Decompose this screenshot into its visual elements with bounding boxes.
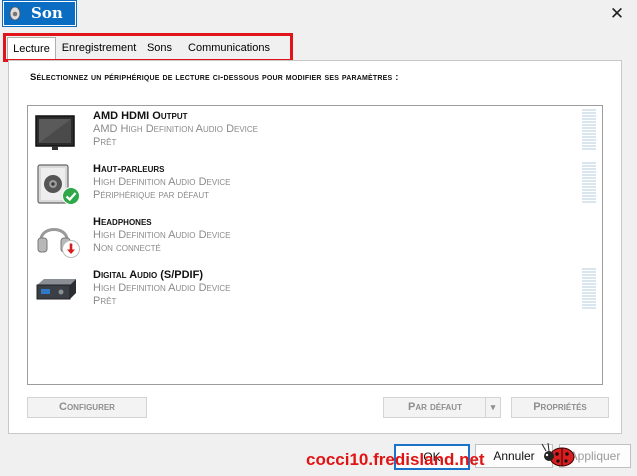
- set-default-button[interactable]: Par défaut ▾: [383, 397, 501, 418]
- tab-highlight-annotation: [3, 33, 293, 62]
- volume-meter: [582, 268, 596, 310]
- device-status: Prêt: [93, 295, 117, 307]
- device-item-headphones[interactable]: Headphones High Definition Audio Device …: [28, 212, 600, 264]
- properties-button[interactable]: Propriétés: [511, 397, 609, 418]
- volume-meter: [582, 162, 596, 204]
- device-name: Digital Audio (S/PDIF): [93, 269, 203, 281]
- watermark-text: cocci10.fredisland.net: [306, 450, 485, 469]
- device-status: Prêt: [93, 136, 117, 148]
- device-description: High Definition Audio Device: [93, 229, 231, 241]
- volume-meter: [582, 109, 596, 151]
- device-description: AMD High Definition Audio Device: [93, 123, 259, 135]
- device-item-speakers[interactable]: Haut-parleurs High Definition Audio Devi…: [28, 159, 600, 211]
- check-badge-icon: [62, 187, 80, 205]
- configure-button[interactable]: Configurer: [27, 397, 147, 418]
- device-list[interactable]: AMD HDMI Output AMD High Definition Audi…: [27, 105, 603, 385]
- chevron-down-icon[interactable]: ▾: [485, 398, 500, 417]
- device-item-hdmi[interactable]: AMD HDMI Output AMD High Definition Audi…: [28, 106, 600, 158]
- device-status: Périphérique par défaut: [93, 189, 209, 201]
- panel-heading: Sélectionnez un périphérique de lecture …: [30, 72, 399, 83]
- close-button[interactable]: ✕: [605, 4, 629, 24]
- disconnected-badge-icon: [62, 240, 80, 258]
- device-description: High Definition Audio Device: [93, 282, 231, 294]
- device-status: Non connecté: [93, 242, 161, 254]
- window-title: Son: [31, 4, 63, 22]
- window-title-chip: Son: [3, 1, 76, 26]
- close-icon: ✕: [609, 4, 625, 23]
- device-description: High Definition Audio Device: [93, 176, 231, 188]
- device-item-spdif[interactable]: Digital Audio (S/PDIF) High Definition A…: [28, 265, 600, 317]
- device-name: Haut-parleurs: [93, 163, 165, 175]
- spdif-device-icon: [36, 279, 76, 300]
- device-name: Headphones: [93, 216, 152, 228]
- device-name: AMD HDMI Output: [93, 110, 188, 122]
- title-bar: Son ✕: [0, 0, 637, 29]
- ladybug-icon: [541, 442, 575, 467]
- tab-panel: Sélectionnez un périphérique de lecture …: [8, 60, 622, 434]
- sound-app-icon: [9, 6, 21, 21]
- monitor-icon: [35, 115, 75, 150]
